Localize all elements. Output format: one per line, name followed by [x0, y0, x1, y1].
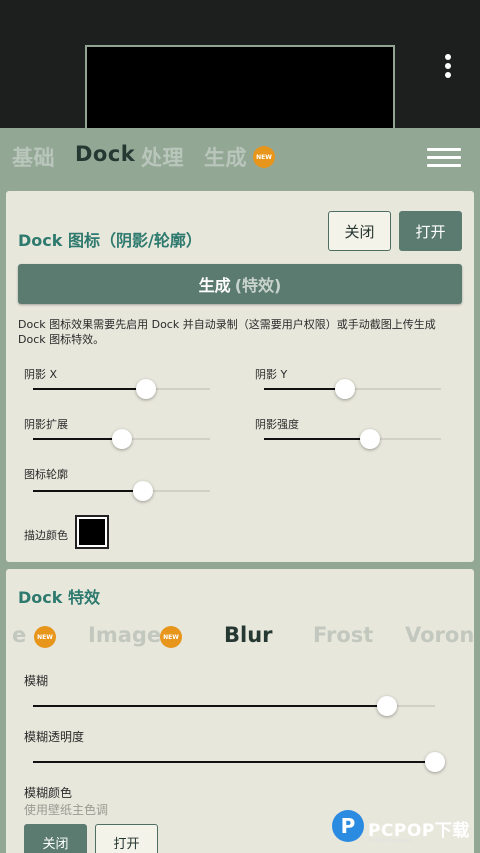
icon-outline-label: 图标轮廓	[24, 468, 68, 481]
blur-color-close-button[interactable]: 关闭	[24, 824, 87, 853]
shadow-intensity-slider[interactable]	[264, 429, 441, 449]
effect-selector: e NEW Image NEW Blur Frost Vorono	[6, 617, 474, 657]
main-content: Dock 图标（阴影/轮廓） 关闭 打开 生成 (特效) Dock 图标效果需要…	[0, 186, 480, 853]
generate-button[interactable]: 生成 (特效)	[18, 264, 462, 304]
generate-label: 生成	[198, 276, 231, 295]
shadow-x-slider[interactable]	[33, 379, 210, 399]
blur-opacity-label: 模糊透明度	[24, 730, 85, 744]
new-badge: NEW	[160, 626, 182, 648]
pcpop-watermark: P PCPOP下载 PCPOP Download	[332, 808, 480, 853]
new-badge: NEW	[34, 626, 56, 648]
stroke-color-swatch[interactable]	[75, 515, 109, 549]
effect-item-voronoi[interactable]: Vorono	[405, 623, 474, 647]
shadow-spread-slider[interactable]	[33, 429, 210, 449]
blur-label: 模糊	[24, 674, 49, 688]
card-title: Dock 图标（阴影/轮廓）	[18, 231, 202, 250]
blur-color-label: 模糊颜色	[24, 786, 73, 800]
description-text: Dock 图标效果需要先启用 Dock 并自动录制（这需要用户权限）或手动截图上…	[18, 318, 436, 346]
shadow-y-slider[interactable]	[264, 379, 441, 399]
blur-color-open-button[interactable]: 打开	[95, 824, 158, 853]
wallpaper-color-hint: 使用壁纸主色调	[24, 803, 109, 817]
open-button[interactable]: 打开	[399, 211, 462, 251]
effect-item-image[interactable]: Image	[88, 623, 161, 647]
effect-item-frost[interactable]: Frost	[313, 623, 373, 647]
icon-outline-slider[interactable]	[33, 481, 210, 501]
blur-opacity-slider[interactable]	[33, 752, 445, 772]
dock-preview	[85, 45, 395, 135]
watermark-subtext: PCPOP Download	[369, 838, 412, 844]
new-badge: NEW	[253, 146, 275, 168]
more-vert-icon[interactable]	[438, 50, 458, 82]
effect-item[interactable]: e	[12, 623, 26, 647]
close-button[interactable]: 关闭	[328, 211, 391, 251]
stroke-color-label: 描边颜色	[24, 529, 68, 542]
tab-basic[interactable]: 基础	[12, 142, 55, 172]
tab-dock[interactable]: Dock	[75, 142, 135, 166]
generate-sub-label: (特效)	[234, 276, 282, 295]
tab-bar: 基础 Dock 处理 生成 NEW	[0, 128, 480, 186]
hamburger-menu-icon[interactable]	[427, 148, 461, 168]
card-title: Dock 特效	[18, 588, 100, 607]
tab-process[interactable]: 处理	[141, 142, 184, 172]
effect-item-blur[interactable]: Blur	[224, 623, 273, 647]
dock-icon-card: Dock 图标（阴影/轮廓） 关闭 打开 生成 (特效) Dock 图标效果需要…	[6, 191, 474, 562]
blur-slider[interactable]	[33, 696, 435, 716]
tab-generate[interactable]: 生成	[204, 142, 247, 172]
pcpop-logo-icon: P	[332, 810, 364, 842]
